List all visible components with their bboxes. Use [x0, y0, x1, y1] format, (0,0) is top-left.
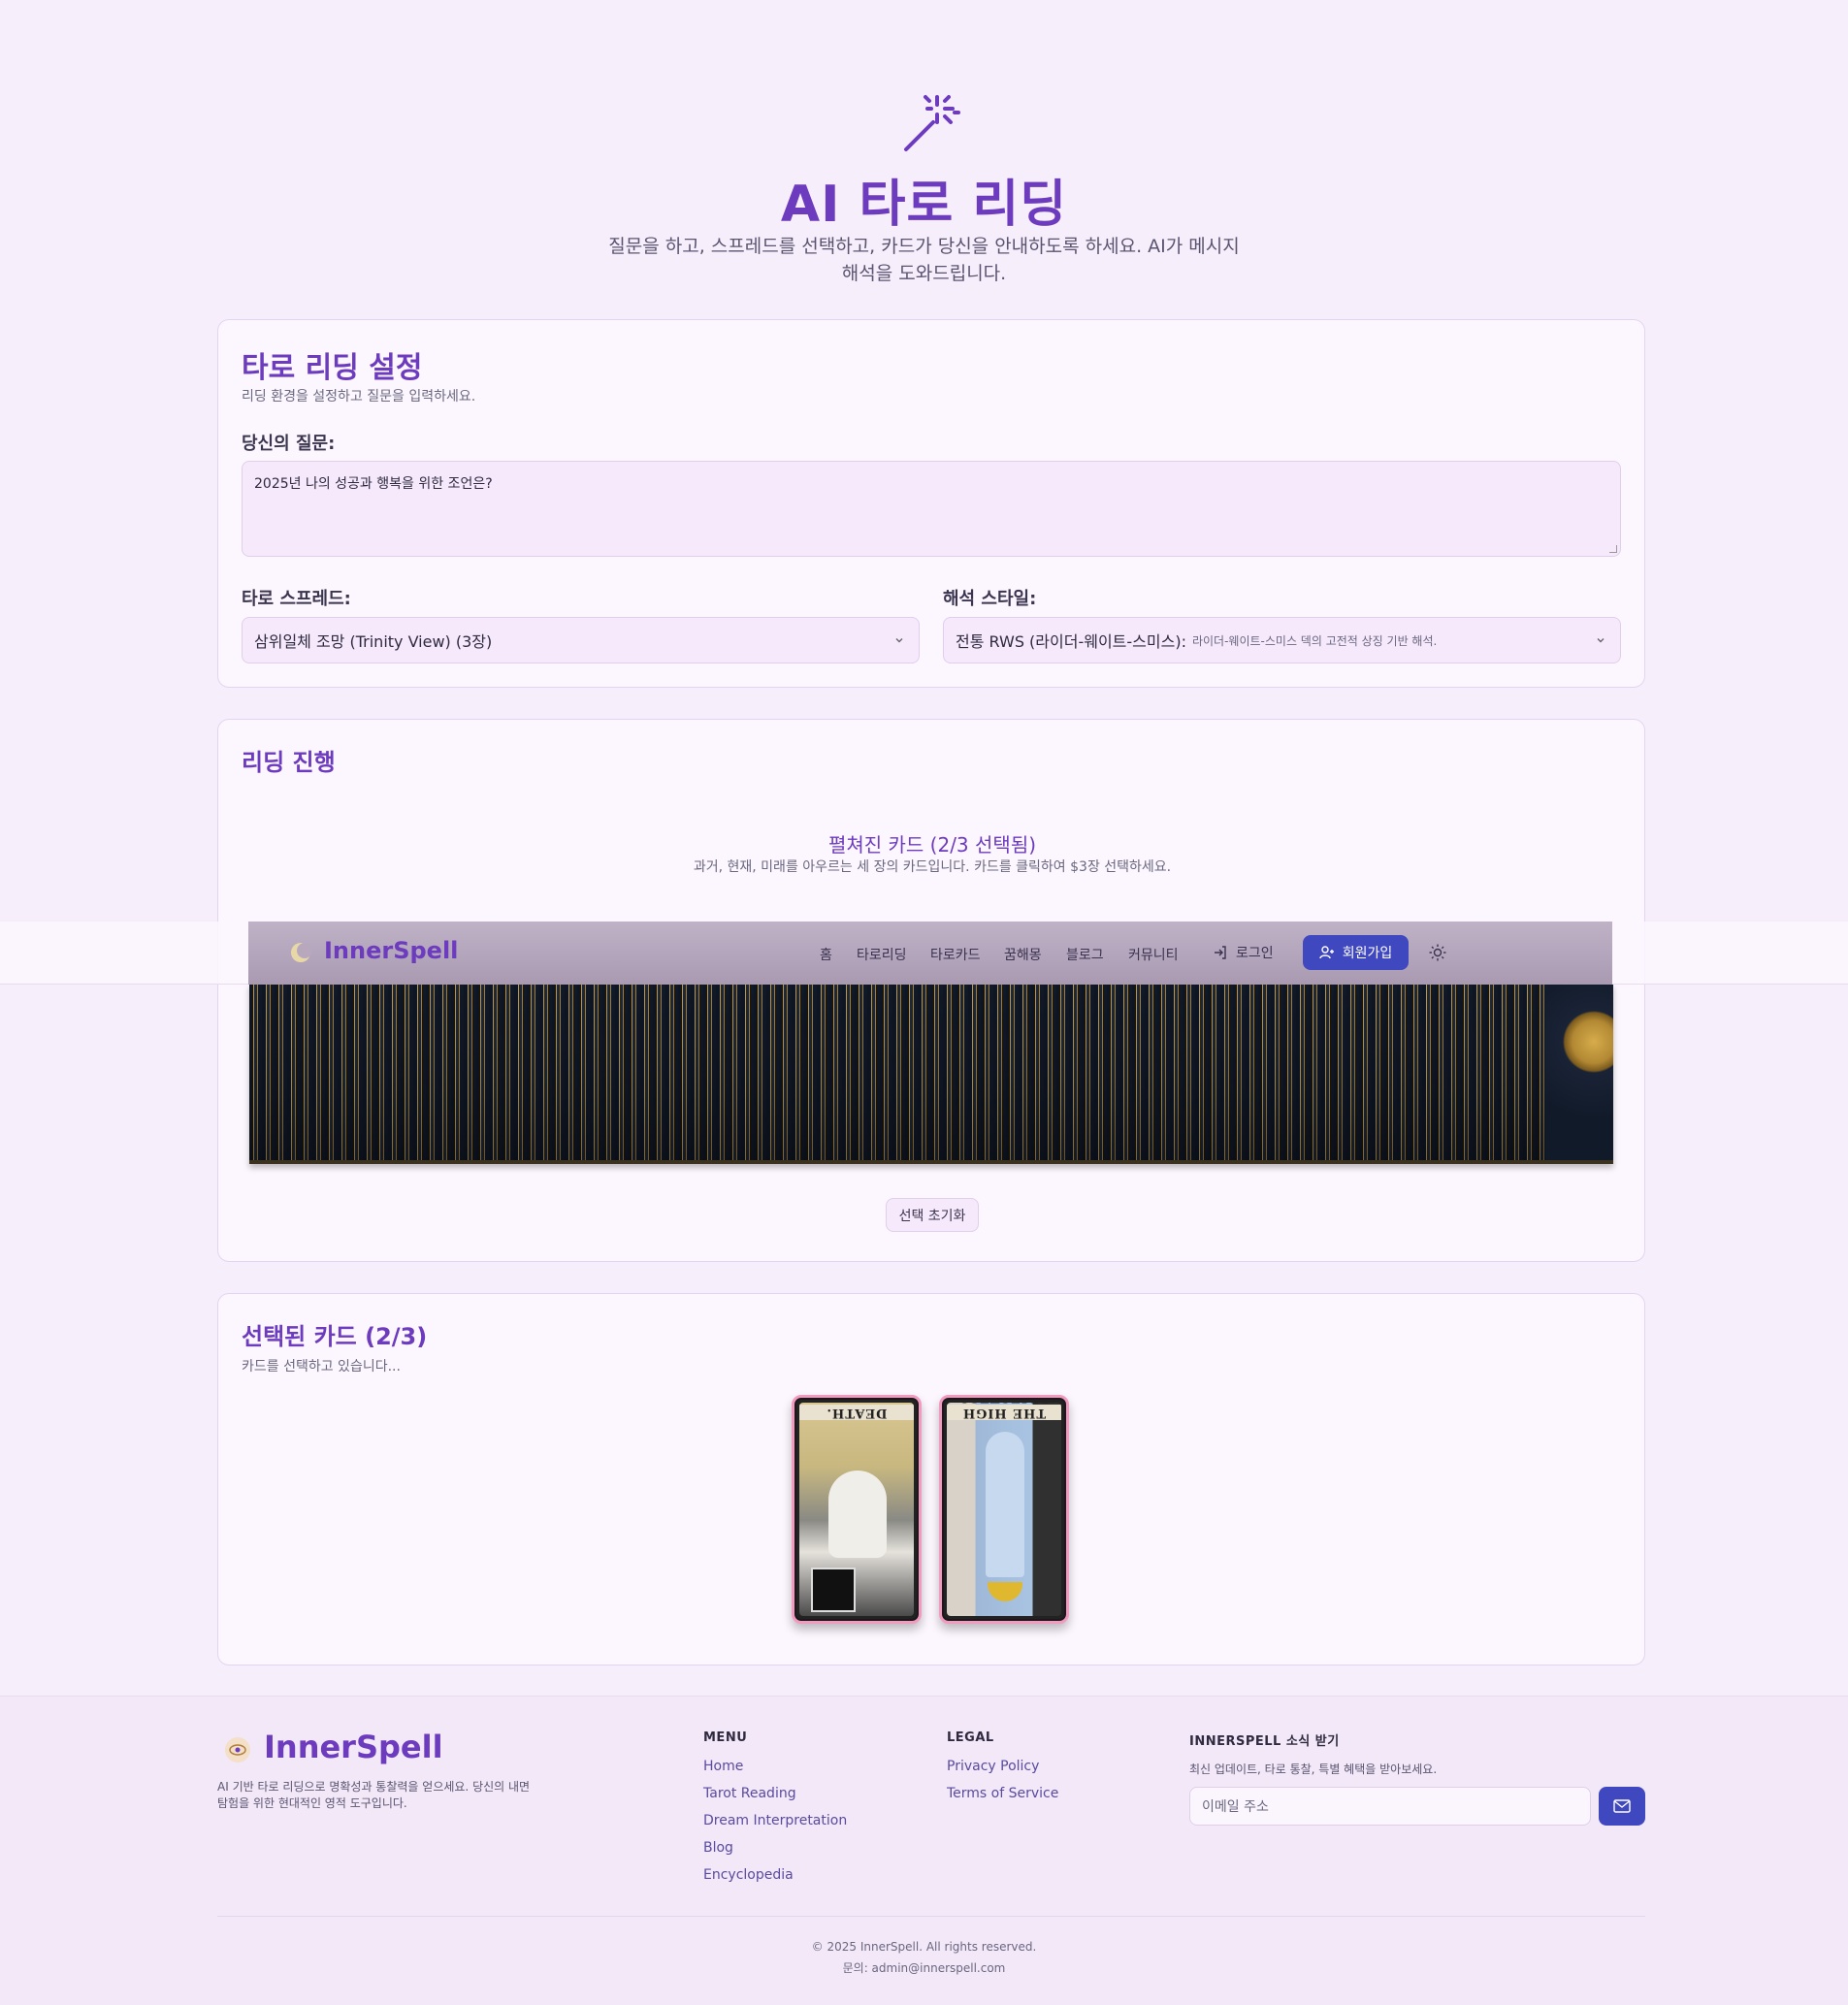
mail-icon [1613, 1799, 1631, 1813]
card-art-death: DEATH. [799, 1403, 914, 1616]
newsletter-submit-button[interactable] [1599, 1787, 1645, 1826]
spread-select[interactable]: 삼위일체 조망 (Trinity View) (3장) [242, 617, 920, 663]
spread-label: 타로 스프레드: [242, 589, 351, 609]
nav-link-tarot-reading[interactable]: 타로리딩 [857, 945, 907, 964]
brand-name[interactable]: InnerSpell [324, 937, 458, 964]
card-name-label: THE HIGH PRIESTESS [947, 1403, 1061, 1420]
magic-wand-icon [904, 95, 960, 151]
card-backs[interactable] [249, 984, 1613, 1160]
page-title: AI 타로 리딩 [780, 176, 1068, 234]
deck-subtitle: 과거, 현재, 미래를 아우르는 세 장의 카드입니다. 카드를 클릭하여 $3… [693, 859, 1172, 875]
rose-banner-icon [811, 1568, 856, 1612]
email-placeholder: 이메일 주소 [1202, 1799, 1269, 1815]
footer-link-dream[interactable]: Dream Interpretation [703, 1813, 847, 1828]
chevron-down-icon [895, 638, 903, 643]
selected-card-death[interactable]: DEATH. [792, 1395, 922, 1624]
footer-legal-title: LEGAL [947, 1730, 994, 1745]
deck-title: 펼쳐진 카드 (2/3 선택됨) [827, 833, 1037, 857]
login-label: 로그인 [1236, 946, 1274, 961]
footer-link-home[interactable]: Home [703, 1759, 743, 1774]
signup-button[interactable]: 회원가입 [1303, 935, 1409, 970]
style-label: 해석 스타일: [943, 589, 1037, 609]
question-value: 2025년 나의 성공과 행복을 위한 조언은? [254, 476, 493, 492]
login-button[interactable]: 로그인 [1213, 943, 1274, 962]
footer-description: AI 기반 타로 리딩으로 명확성과 통찰력을 얻으세요. 당신의 내면 탐험을… [217, 1780, 531, 1810]
white-horse-icon [828, 1471, 887, 1558]
selected-card-high-priestess[interactable]: THE HIGH PRIESTESS [939, 1395, 1069, 1624]
nav-link-tarot-cards[interactable]: 타로카드 [930, 945, 981, 964]
sun-card-back-icon[interactable] [1545, 984, 1613, 1160]
footer-link-blog[interactable]: Blog [703, 1840, 733, 1856]
user-plus-icon [1319, 946, 1334, 959]
signup-label: 회원가입 [1342, 946, 1393, 961]
footer-link-tarot-reading[interactable]: Tarot Reading [703, 1786, 796, 1801]
question-label: 당신의 질문: [242, 434, 336, 454]
footer-link-terms[interactable]: Terms of Service [947, 1786, 1058, 1801]
footer-menu-title: MENU [703, 1730, 748, 1745]
moon-logo-icon[interactable] [289, 941, 312, 964]
footer-newsletter-title: INNERSPELL 소식 받기 [1189, 1734, 1340, 1749]
question-textarea[interactable]: 2025년 나의 성공과 행복을 위한 조언은? [242, 461, 1621, 557]
reset-selection-button[interactable]: 선택 초기화 [886, 1198, 979, 1232]
crescent-moon-icon [988, 1582, 1022, 1601]
card-deck[interactable] [249, 984, 1613, 1164]
priestess-robe-icon [986, 1432, 1024, 1577]
selected-description: 카드를 선택하고 있습니다... [242, 1359, 401, 1374]
reading-settings-card: 타로 리딩 설정 리딩 환경을 설정하고 질문을 입력하세요. 당신의 질문: … [217, 319, 1645, 688]
card-art-high-priestess: THE HIGH PRIESTESS [947, 1403, 1061, 1616]
login-icon [1215, 946, 1226, 959]
style-value: 전통 RWS (라이더-웨이트-스미스): [956, 632, 1186, 651]
nav-link-blog[interactable]: 블로그 [1066, 945, 1104, 964]
footer-brand[interactable]: InnerSpell [264, 1729, 443, 1765]
spread-value: 삼위일체 조망 (Trinity View) (3장) [254, 632, 493, 651]
card-name-label: DEATH. [799, 1405, 914, 1420]
page-subtitle: 질문을 하고, 스프레드를 선택하고, 카드가 당신을 안내하도록 하세요. A… [608, 236, 1240, 284]
selected-cards-card: 선택된 카드 (2/3) 카드를 선택하고 있습니다... DEATH. THE… [217, 1293, 1645, 1665]
eye-logo-icon[interactable] [223, 1735, 252, 1764]
navbar-inner: InnerSpell 홈 타로리딩 타로카드 꿈해몽 블로그 커뮤니티 로그인 … [248, 922, 1612, 985]
settings-description: 리딩 환경을 설정하고 질문을 입력하세요. [242, 389, 476, 404]
footer-link-privacy[interactable]: Privacy Policy [947, 1759, 1039, 1774]
newsletter-email-input[interactable]: 이메일 주소 [1189, 1787, 1591, 1826]
footer-divider [217, 1916, 1645, 1917]
nav-link-community[interactable]: 커뮤니티 [1128, 945, 1179, 964]
progress-title: 리딩 진행 [242, 749, 336, 776]
footer: InnerSpell AI 기반 타로 리딩으로 명확성과 통찰력을 얻으세요.… [0, 1696, 1848, 2005]
style-hint: 라이더-웨이트-스미스 덱의 고전적 상징 기반 해석. [1191, 633, 1438, 648]
footer-contact[interactable]: 문의: admin@innerspell.com [0, 1959, 1848, 1976]
nav-link-home[interactable]: 홈 [820, 945, 832, 964]
chevron-down-icon [1597, 638, 1605, 643]
settings-title: 타로 리딩 설정 [242, 351, 423, 385]
reading-progress-card: 리딩 진행 펼쳐진 카드 (2/3 선택됨) 과거, 현재, 미래를 아우르는 … [217, 719, 1645, 1262]
footer-newsletter-desc: 최신 업데이트, 타로 통찰, 특별 혜택을 받아보세요. [1189, 1762, 1438, 1776]
footer-link-encyclopedia[interactable]: Encyclopedia [703, 1867, 794, 1883]
resize-handle-icon[interactable] [1609, 545, 1617, 553]
style-select[interactable]: 전통 RWS (라이더-웨이트-스미스): 라이더-웨이트-스미스 덱의 고전적… [943, 617, 1621, 663]
nav-link-dream[interactable]: 꿈해몽 [1004, 945, 1042, 964]
footer-copyright: © 2025 InnerSpell. All rights reserved. [811, 1940, 1037, 1954]
top-navbar: InnerSpell 홈 타로리딩 타로카드 꿈해몽 블로그 커뮤니티 로그인 … [0, 922, 1848, 985]
selected-title: 선택된 카드 (2/3) [242, 1323, 428, 1350]
sun-theme-icon[interactable] [1428, 943, 1447, 962]
